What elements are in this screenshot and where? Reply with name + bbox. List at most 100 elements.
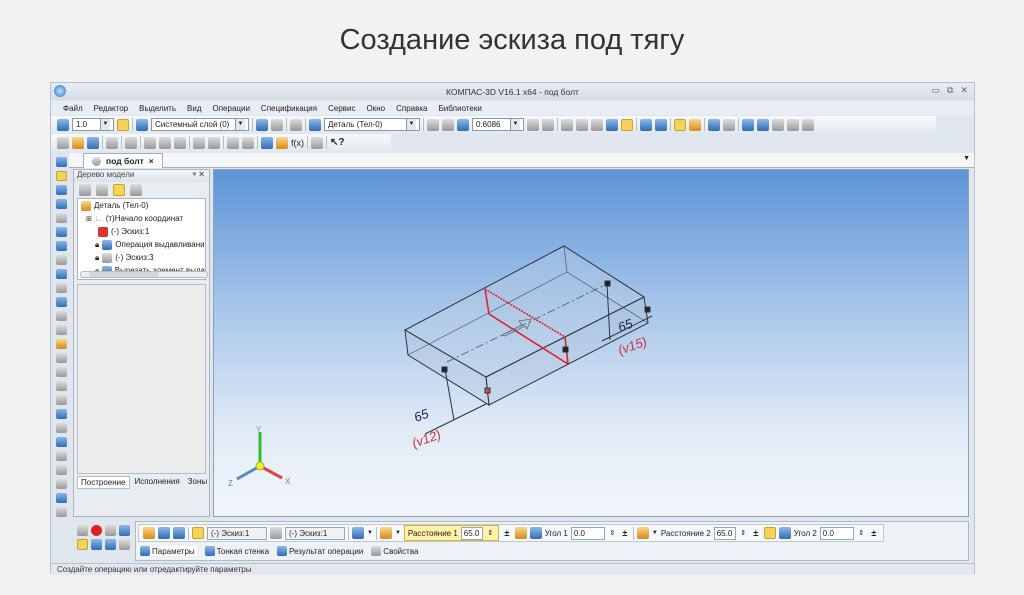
tool-spiral-icon[interactable] [56,451,67,461]
layer-select[interactable]: Системный слой (0) ▼ [151,118,249,131]
tree-hscrollbar[interactable] [80,271,208,278]
zoom-window-icon[interactable] [427,118,439,131]
menu-edit[interactable]: Редактор [94,104,128,113]
table-icon[interactable] [723,118,735,131]
select-icon[interactable] [290,118,302,131]
tabs-dropdown-icon[interactable]: ▼ [963,155,970,162]
tree-item-sketch3[interactable]: 🔒︎ (-) Эскиз:3 [78,251,205,264]
tool-surface-icon[interactable] [56,185,67,195]
menu-operations[interactable]: Операции [213,104,250,113]
surface-icon[interactable] [742,118,754,131]
direction-type-icon[interactable] [352,527,364,539]
undo-icon[interactable] [227,136,239,149]
tool-line-icon[interactable] [56,353,67,363]
tab-properties[interactable]: Свойства [371,546,418,556]
stop-icon[interactable] [91,525,102,536]
tree-close-icon[interactable]: ✕ [198,170,205,179]
redo-icon[interactable] [242,136,254,149]
filter-icon[interactable] [640,118,652,131]
tool-filter-icon[interactable] [56,241,67,251]
menu-view[interactable]: Вид [187,104,201,113]
tool-hand-icon[interactable] [56,339,67,349]
tool-curve-icon[interactable] [56,479,67,489]
context-help-icon[interactable]: ↖? [330,137,345,148]
distance2-input[interactable]: 65.0 [713,526,736,540]
tool-save-icon[interactable] [56,269,67,279]
tool-circle-icon[interactable] [56,367,67,377]
tool-doc-icon[interactable] [56,255,67,265]
snap-icon[interactable] [117,118,129,131]
menu-file[interactable]: Файл [63,104,83,113]
angle2-sign-button[interactable]: ± [869,528,879,538]
tree-sel-icon[interactable] [158,527,170,539]
tool-point-icon[interactable] [56,311,67,321]
rotate-icon[interactable] [527,118,539,131]
tool-spline-icon[interactable] [56,325,67,335]
3d-viewport[interactable]: 65 (v12) 65 (v15) Y X Z [213,169,969,517]
zoom-previous-icon[interactable] [442,118,454,131]
tab-operation-result[interactable]: Результат операции [277,546,363,556]
tree-filter-icon[interactable] [130,184,142,196]
distance1-sign-button[interactable]: ± [502,528,512,538]
tool-polyline-icon[interactable] [56,409,67,419]
measure-icon[interactable] [772,118,784,131]
chevron-down-icon[interactable]: ▼ [395,530,401,536]
method2-icon[interactable] [636,527,649,539]
tab-versions[interactable]: Исполнения [132,476,183,489]
draft-icon[interactable] [514,527,527,539]
tree-item-part[interactable]: Деталь (Тел-0) [78,199,205,212]
tool-weld-icon[interactable] [56,297,67,307]
restore-button[interactable]: ⧉ [947,85,953,96]
chevron-down-icon[interactable]: ▼ [652,530,658,536]
fit-icon[interactable] [105,525,116,536]
tab-parameters[interactable]: Параметры [138,546,197,556]
tool-fill-icon[interactable] [56,437,67,447]
variables-icon[interactable] [276,136,288,149]
tree-view-icon[interactable] [96,184,108,196]
body-icon[interactable] [173,527,185,539]
step-select[interactable]: 1.0 ▼ [72,118,114,131]
distance2-spinner[interactable]: ⇕ [739,529,748,537]
tool-icon[interactable] [708,118,720,131]
tab-close-icon[interactable]: × [149,156,154,166]
tool-aux-icon[interactable] [56,213,67,223]
angle1-sign-button[interactable]: ± [620,528,630,538]
tool-edit-icon[interactable] [56,227,67,237]
hidden-thin-icon[interactable] [591,118,603,131]
menu-specification[interactable]: Спецификация [261,104,317,113]
auto-create-icon[interactable] [77,539,88,550]
menu-select[interactable]: Выделить [139,104,176,113]
menu-libraries[interactable]: Библиотеки [438,104,481,113]
filter2-icon[interactable] [655,118,667,131]
menu-window[interactable]: Окно [367,104,386,113]
tree-item-origin[interactable]: ⊞ ∟ (т)Начало координат [78,212,205,225]
tab-zones[interactable]: Зоны [185,476,210,489]
object-icon[interactable] [143,527,155,539]
pin-icon[interactable]: ᵠ [193,170,197,179]
expand-icon[interactable]: ⊞ [86,215,92,223]
tool-sketch-icon[interactable] [56,171,67,181]
function-button[interactable]: f(x) [291,138,304,148]
angle2-spinner[interactable]: ⇕ [857,529,866,537]
tab-pod-bolt[interactable]: под болт × [83,153,163,168]
wireframe-icon[interactable] [561,118,573,131]
angle2-input[interactable]: 0.0 [819,526,854,540]
preview-op-icon[interactable] [119,525,130,536]
graph-icon[interactable] [105,539,116,550]
distance1-input[interactable]: 65.0 [460,526,483,540]
tool-arc-icon[interactable] [56,381,67,391]
currency-icon[interactable] [311,136,323,149]
repeat-icon[interactable] [91,539,102,550]
tab-thin-wall[interactable]: Тонкая стенка [204,546,269,556]
sketch-select-icon[interactable] [192,527,204,539]
tree-structure-icon[interactable] [79,184,91,196]
op-help-icon[interactable] [119,539,130,550]
angle1-input[interactable]: 0.0 [570,526,605,540]
paste-icon[interactable] [174,136,186,149]
direction-field[interactable]: (-) Эскиз:1 [285,526,345,540]
close-button[interactable]: ✕ [960,85,968,96]
vector-icon[interactable] [270,527,282,539]
tool-solid-icon[interactable] [56,157,67,167]
tree-mode-icon[interactable] [113,184,125,196]
cube-icon[interactable] [674,118,686,131]
